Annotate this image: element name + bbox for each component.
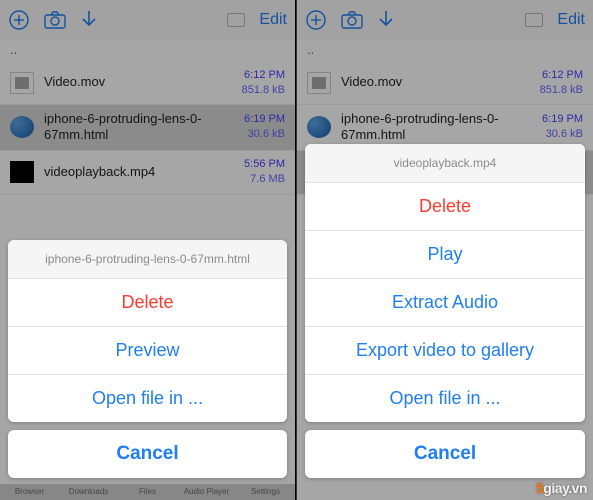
sheet-title: videoplayback.mp4 <box>305 144 585 183</box>
screen-left: Edit .. Video.mov 6:12 PM 851.8 kB iphon… <box>0 0 296 500</box>
sheet-item-delete[interactable]: Delete <box>305 183 585 231</box>
sheet-item-extract-audio[interactable]: Extract Audio <box>305 279 585 327</box>
action-sheet: iphone-6-protruding-lens-0-67mm.html Del… <box>8 240 287 478</box>
sheet-item-delete[interactable]: Delete <box>8 279 287 327</box>
sheet-item-preview[interactable]: Preview <box>8 327 287 375</box>
sheet-item-open-in[interactable]: Open file in ... <box>8 375 287 422</box>
sheet-cancel[interactable]: Cancel <box>8 430 287 478</box>
sheet-item-export-gallery[interactable]: Export video to gallery <box>305 327 585 375</box>
sheet-item-open-in[interactable]: Open file in ... <box>305 375 585 422</box>
screen-right: Edit .. Video.mov 6:12 PM 851.8 kB iphon… <box>297 0 593 500</box>
watermark: 5giay.vn <box>536 480 587 496</box>
sheet-cancel[interactable]: Cancel <box>305 430 585 478</box>
sheet-title: iphone-6-protruding-lens-0-67mm.html <box>8 240 287 279</box>
sheet-item-play[interactable]: Play <box>305 231 585 279</box>
action-sheet: videoplayback.mp4 Delete Play Extract Au… <box>305 144 585 478</box>
